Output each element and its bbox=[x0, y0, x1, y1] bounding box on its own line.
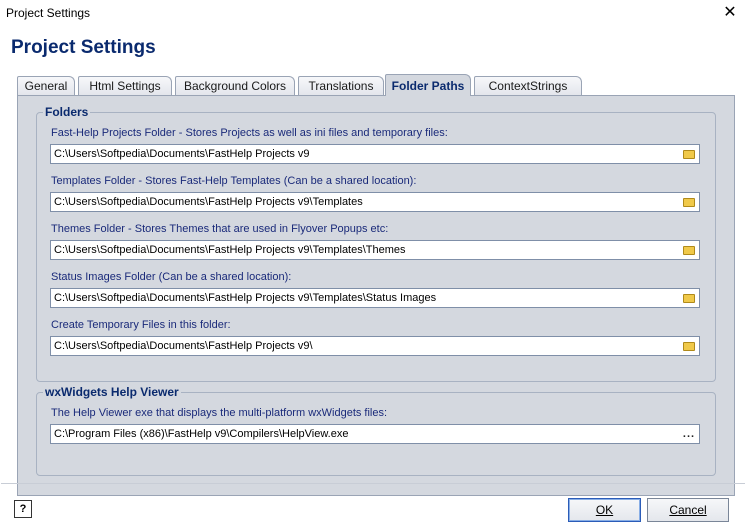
tab-translations[interactable]: Translations bbox=[298, 76, 384, 95]
cancel-button-label: Cancel bbox=[669, 503, 707, 517]
viewer-group: wxWidgets Help Viewer The Help Viewer ex… bbox=[36, 385, 716, 476]
viewer-group-title: wxWidgets Help Viewer bbox=[43, 385, 181, 399]
folder-icon[interactable] bbox=[680, 242, 698, 258]
status-images-folder-field[interactable]: C:\Users\Softpedia\Documents\FastHelp Pr… bbox=[50, 288, 700, 308]
status-images-folder-label: Status Images Folder (Can be a shared lo… bbox=[51, 271, 292, 283]
folder-icon[interactable] bbox=[680, 338, 698, 354]
help-viewer-value: C:\Program Files (x86)\FastHelp v9\Compi… bbox=[54, 428, 349, 440]
projects-folder-value: C:\Users\Softpedia\Documents\FastHelp Pr… bbox=[54, 148, 310, 160]
tab-strip: General Html Settings Background Colors … bbox=[17, 74, 737, 96]
templates-folder-value: C:\Users\Softpedia\Documents\FastHelp Pr… bbox=[54, 196, 363, 208]
status-images-folder-value: C:\Users\Softpedia\Documents\FastHelp Pr… bbox=[54, 292, 437, 304]
dialog-client: Project Settings General Html Settings B… bbox=[1, 26, 745, 527]
folder-icon[interactable] bbox=[680, 194, 698, 210]
tab-background-colors[interactable]: Background Colors bbox=[175, 76, 295, 95]
folder-icon[interactable] bbox=[680, 290, 698, 306]
footer-separator bbox=[1, 483, 745, 484]
help-icon[interactable]: ? bbox=[14, 500, 32, 518]
tab-general[interactable]: General bbox=[17, 76, 75, 95]
temp-folder-label: Create Temporary Files in this folder: bbox=[51, 319, 231, 331]
folder-paths-panel: Folders Fast-Help Projects Folder - Stor… bbox=[17, 95, 735, 496]
projects-folder-field[interactable]: C:\Users\Softpedia\Documents\FastHelp Pr… bbox=[50, 144, 700, 164]
tab-folder-paths[interactable]: Folder Paths bbox=[385, 74, 471, 96]
themes-folder-field[interactable]: C:\Users\Softpedia\Documents\FastHelp Pr… bbox=[50, 240, 700, 260]
page-title: Project Settings bbox=[11, 37, 156, 58]
themes-folder-value: C:\Users\Softpedia\Documents\FastHelp Pr… bbox=[54, 244, 406, 256]
close-icon[interactable]: ✕ bbox=[714, 0, 746, 26]
templates-folder-field[interactable]: C:\Users\Softpedia\Documents\FastHelp Pr… bbox=[50, 192, 700, 212]
folders-group-title: Folders bbox=[43, 105, 91, 119]
cancel-button[interactable]: Cancel bbox=[647, 498, 729, 522]
ok-button-label: OK bbox=[595, 503, 614, 517]
folder-icon[interactable] bbox=[680, 146, 698, 162]
ok-button[interactable]: OK bbox=[568, 498, 641, 522]
help-viewer-field[interactable]: C:\Program Files (x86)\FastHelp v9\Compi… bbox=[50, 424, 700, 444]
tab-contextstrings[interactable]: ContextStrings bbox=[474, 76, 582, 95]
window-title: Project Settings bbox=[6, 6, 91, 20]
browse-dots-button[interactable]: ... bbox=[680, 426, 698, 442]
folders-group: Folders Fast-Help Projects Folder - Stor… bbox=[36, 105, 716, 382]
title-bar: Project Settings ✕ bbox=[0, 0, 746, 26]
temp-folder-value: C:\Users\Softpedia\Documents\FastHelp Pr… bbox=[54, 340, 313, 352]
tab-html-settings[interactable]: Html Settings bbox=[78, 76, 172, 95]
help-viewer-label: The Help Viewer exe that displays the mu… bbox=[51, 407, 388, 419]
temp-folder-field[interactable]: C:\Users\Softpedia\Documents\FastHelp Pr… bbox=[50, 336, 700, 356]
projects-folder-label: Fast-Help Projects Folder - Stores Proje… bbox=[51, 127, 448, 139]
themes-folder-label: Themes Folder - Stores Themes that are u… bbox=[51, 223, 389, 235]
templates-folder-label: Templates Folder - Stores Fast-Help Temp… bbox=[51, 175, 417, 187]
